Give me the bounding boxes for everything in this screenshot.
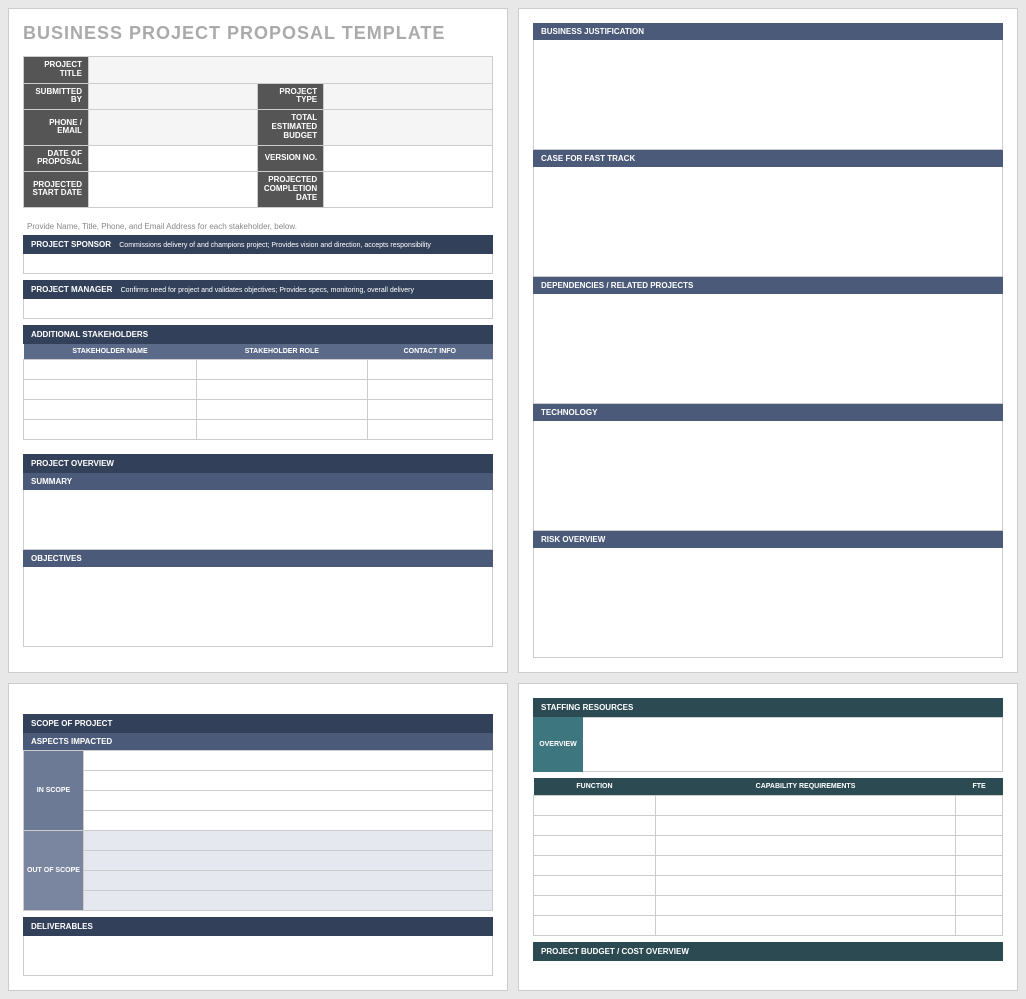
scope-cell[interactable] [84,771,493,791]
page-3: SCOPE OF PROJECT ASPECTS IMPACTED IN SCO… [8,683,508,991]
table-row[interactable] [24,379,493,399]
justification-input[interactable] [533,40,1003,150]
table-row[interactable] [534,836,1003,856]
overview-input[interactable] [583,717,1003,772]
label-date-proposal: DATE OF PROPOSAL [24,145,89,172]
table-row[interactable] [534,896,1003,916]
input-project-title[interactable] [89,57,493,84]
input-submitted-by[interactable] [89,83,258,110]
table-row[interactable] [24,359,493,379]
meta-table: PROJECT TITLE SUBMITTED BY PROJECT TYPE … [23,56,493,208]
objectives-label: OBJECTIVES [23,550,493,567]
overview-label: OVERVIEW [533,717,583,772]
scope-cell[interactable] [84,871,493,891]
col-function: FUNCTION [534,778,656,796]
budget-title: PROJECT BUDGET / COST OVERVIEW [533,942,1003,961]
template-grid: BUSINESS PROJECT PROPOSAL TEMPLATE PROJE… [8,8,1018,991]
page-4: STAFFING RESOURCES OVERVIEW FUNCTION CAP… [518,683,1018,991]
label-version: VERSION NO. [257,145,323,172]
input-start-date[interactable] [89,172,258,207]
staffing-overview-row: OVERVIEW [533,717,1003,772]
manager-label: PROJECT MANAGER [31,285,112,294]
label-project-type: PROJECT TYPE [257,83,323,110]
scope-cell[interactable] [84,811,493,831]
technology-label: TECHNOLOGY [533,404,1003,421]
col-stakeholder-name: STAKEHOLDER NAME [24,344,197,360]
scope-cell[interactable] [84,831,493,851]
summary-label: SUMMARY [23,473,493,490]
sponsor-input[interactable] [23,254,493,274]
overview-title: PROJECT OVERVIEW [23,454,493,473]
manager-input[interactable] [23,299,493,319]
summary-input[interactable] [23,490,493,550]
out-scope-label: OUT OF SCOPE [24,831,84,911]
in-scope-label: IN SCOPE [24,751,84,831]
page-2: BUSINESS JUSTIFICATION CASE FOR FAST TRA… [518,8,1018,673]
col-capability: CAPABILITY REQUIREMENTS [655,778,955,796]
staffing-table: FUNCTION CAPABILITY REQUIREMENTS FTE [533,778,1003,936]
col-fte: FTE [956,778,1003,796]
stakeholders-table: STAKEHOLDER NAME STAKEHOLDER ROLE CONTAC… [23,344,493,440]
justification-label: BUSINESS JUSTIFICATION [533,23,1003,40]
page-1: BUSINESS PROJECT PROPOSAL TEMPLATE PROJE… [8,8,508,673]
input-date-proposal[interactable] [89,145,258,172]
dependencies-input[interactable] [533,294,1003,404]
input-version[interactable] [324,145,493,172]
scope-cell[interactable] [84,851,493,871]
table-row[interactable] [534,916,1003,936]
table-row[interactable] [534,796,1003,816]
deliverables-label: DELIVERABLES [23,917,493,936]
sponsor-label: PROJECT SPONSOR [31,240,111,249]
scope-title: SCOPE OF PROJECT [23,714,493,733]
manager-bar: PROJECT MANAGER Confirms need for projec… [23,280,493,299]
label-total-budget: TOTAL ESTIMATED BUDGET [257,110,323,145]
table-row[interactable] [534,876,1003,896]
table-row[interactable] [24,399,493,419]
risk-label: RISK OVERVIEW [533,531,1003,548]
scope-cell[interactable] [84,791,493,811]
stakeholder-note: Provide Name, Title, Phone, and Email Ad… [27,222,493,231]
label-start-date: PROJECTED START DATE [24,172,89,207]
label-project-title: PROJECT TITLE [24,57,89,84]
deliverables-input[interactable] [23,936,493,976]
sponsor-desc: Commissions delivery of and champions pr… [119,242,431,249]
fasttrack-label: CASE FOR FAST TRACK [533,150,1003,167]
table-row[interactable] [534,856,1003,876]
manager-desc: Confirms need for project and validates … [121,287,414,294]
col-contact-info: CONTACT INFO [367,344,492,360]
input-total-budget[interactable] [324,110,493,145]
stakeholders-title: ADDITIONAL STAKEHOLDERS [23,325,493,344]
sponsor-bar: PROJECT SPONSOR Commissions delivery of … [23,235,493,254]
dependencies-label: DEPENDENCIES / RELATED PROJECTS [533,277,1003,294]
scope-cell[interactable] [84,891,493,911]
aspects-label: ASPECTS IMPACTED [23,733,493,750]
table-row[interactable] [24,419,493,439]
scope-table: IN SCOPE OUT OF SCOPE [23,750,493,911]
label-completion-date: PROJECTED COMPLETION DATE [257,172,323,207]
label-phone-email: PHONE / EMAIL [24,110,89,145]
page-title: BUSINESS PROJECT PROPOSAL TEMPLATE [23,23,493,44]
risk-input[interactable] [533,548,1003,658]
input-completion-date[interactable] [324,172,493,207]
objectives-input[interactable] [23,567,493,647]
technology-input[interactable] [533,421,1003,531]
label-submitted-by: SUBMITTED BY [24,83,89,110]
scope-cell[interactable] [84,751,493,771]
table-row[interactable] [534,816,1003,836]
input-phone-email[interactable] [89,110,258,145]
fasttrack-input[interactable] [533,167,1003,277]
input-project-type[interactable] [324,83,493,110]
col-stakeholder-role: STAKEHOLDER ROLE [197,344,368,360]
staffing-title: STAFFING RESOURCES [533,698,1003,717]
